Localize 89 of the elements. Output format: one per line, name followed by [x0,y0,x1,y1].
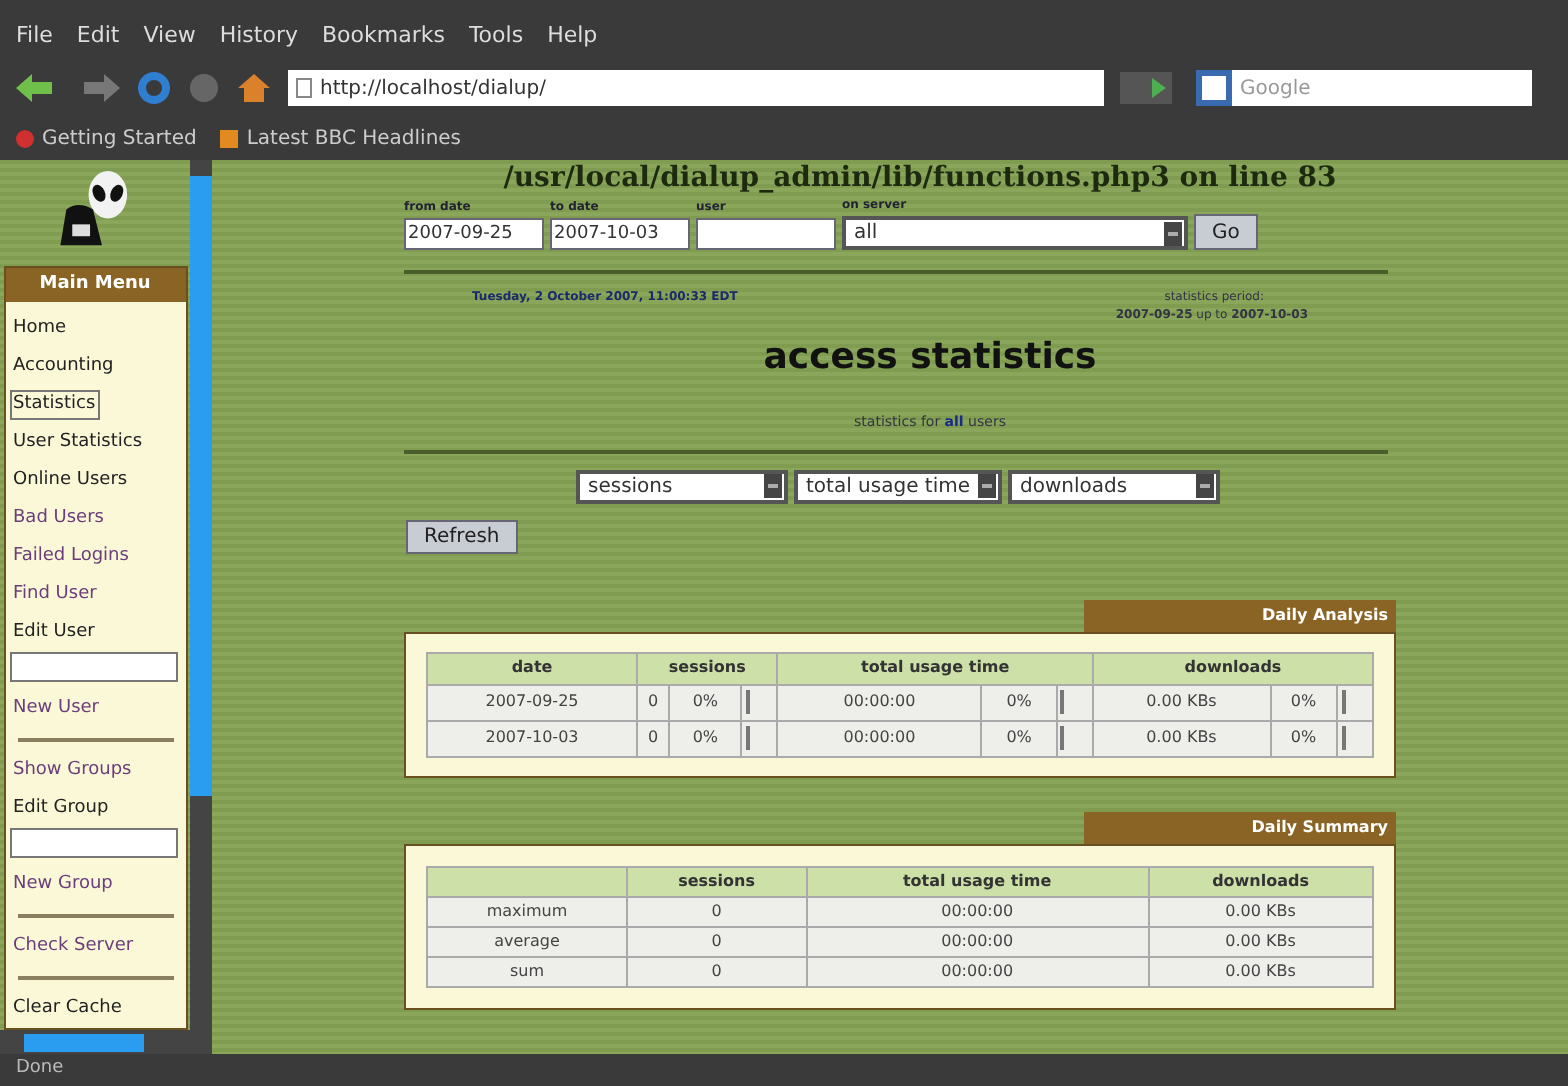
address-bar[interactable]: http://localhost/dialup/ [288,70,1104,106]
table-cell: 0% [669,684,742,720]
table-cell: 00:00:00 [806,896,1149,926]
menu-item[interactable]: File [16,19,53,52]
error-message: /usr/local/dialup_admin/lib/functions.php3 on line 83 [501,164,1339,192]
bookmark-icon [16,129,34,147]
menu-header: Main Menu [5,267,185,302]
search-field[interactable]: Google [1232,70,1532,106]
table-cell: 0% [669,720,742,756]
table-cell: 00:00:00 [777,684,982,720]
table-cell: 0 [637,684,670,720]
bookmark-icon [220,129,239,147]
column-select[interactable]: sessions [576,469,788,503]
menu-input-field[interactable] [9,652,177,682]
table-cell: 0% [981,720,1057,756]
menu-item[interactable]: Help [547,19,598,52]
menu-link[interactable]: Edit Group [9,793,113,825]
page-heading: access statistics [761,334,1099,382]
home-icon[interactable] [236,72,272,104]
refresh-button[interactable]: Refresh [406,519,518,553]
menu-item[interactable]: View [143,19,196,52]
menu-item[interactable]: History [219,19,298,52]
scrollbar-thumb[interactable] [24,1033,144,1051]
menu-input-field[interactable] [9,828,177,858]
table-cell: 0.00 KBs [1092,720,1271,756]
table-cell: sum [427,956,627,986]
go-button[interactable]: Go [1194,214,1258,250]
column-header: downloads [1092,652,1373,684]
menu-link[interactable]: Online Users [9,465,132,497]
menu-item[interactable]: Edit [76,19,120,52]
menu-link[interactable]: Clear Cache [9,993,126,1025]
menu-link[interactable]: User Statistics [9,427,147,459]
table-cell: 0.00 KBs [1148,956,1373,986]
column-header: sessions [627,866,807,896]
menu-link[interactable]: Show Groups [9,755,136,787]
menu-link[interactable]: Statistics [9,389,100,421]
menu-link[interactable]: Find User [9,579,101,611]
table-cell: 2007-09-25 [427,684,637,720]
date-field[interactable] [696,218,836,250]
scrollbar-thumb[interactable] [190,176,212,796]
date-field[interactable]: 2007-10-03 [550,218,690,250]
status-text: Done [16,1056,64,1083]
table-cell: maximum [427,896,627,926]
menu-link[interactable]: Home [9,313,71,345]
usage-bar [1060,726,1065,750]
table-cell: 0 [627,896,807,926]
menu-link[interactable]: Failed Logins [9,541,133,573]
table-cell: 0.00 KBs [1148,896,1373,926]
table-cell: 0% [1270,684,1337,720]
column-header: total usage time [777,652,1093,684]
menu-item[interactable]: Tools [468,19,524,52]
stop-icon[interactable] [188,72,220,104]
column-select[interactable]: downloads [1008,469,1220,503]
menu-link[interactable]: Bad Users [9,503,108,535]
column-header: total usage time [806,866,1149,896]
column-select[interactable]: total usage time [794,469,1002,503]
table-cell: 0% [981,684,1057,720]
column-header: downloads [1148,866,1373,896]
bookmark[interactable]: Latest BBC Headlines [220,123,462,153]
usage-bar [745,726,750,750]
page-icon [296,78,312,98]
usage-bar [1060,690,1065,714]
menu-link[interactable]: Check Server [9,931,138,963]
table-cell: 0.00 KBs [1148,926,1373,956]
table-cell: 00:00:00 [806,956,1149,986]
table-cell: average [427,926,627,956]
table-cell: 0 [637,720,670,756]
bookmark[interactable]: Getting Started [16,123,197,153]
server-select[interactable]: all [842,216,1188,250]
table-cell: 2007-10-03 [427,720,637,756]
menu-link[interactable]: New User [9,693,104,725]
menu-link[interactable]: Accounting [9,351,118,383]
vertical-scrollbar[interactable] [190,160,212,1030]
horizontal-scrollbar[interactable] [0,1030,212,1054]
table-cell: 0 [627,956,807,986]
menu-link[interactable]: Edit User [9,617,99,649]
search-engine-icon[interactable] [1196,70,1232,106]
menu-item[interactable]: Bookmarks [321,19,445,52]
table-cell: 0.00 KBs [1092,684,1271,720]
table-cell: 0 [627,926,807,956]
reload-icon[interactable] [136,70,172,106]
table-cell: 00:00:00 [806,926,1149,956]
usage-bar [745,690,750,714]
column-header: date [427,652,637,684]
column-header: sessions [637,652,778,684]
date-field[interactable]: 2007-09-25 [404,218,544,250]
table-cell: 00:00:00 [777,720,982,756]
table-cell: 0% [1270,720,1337,756]
menu-link[interactable]: New Group [9,869,117,901]
